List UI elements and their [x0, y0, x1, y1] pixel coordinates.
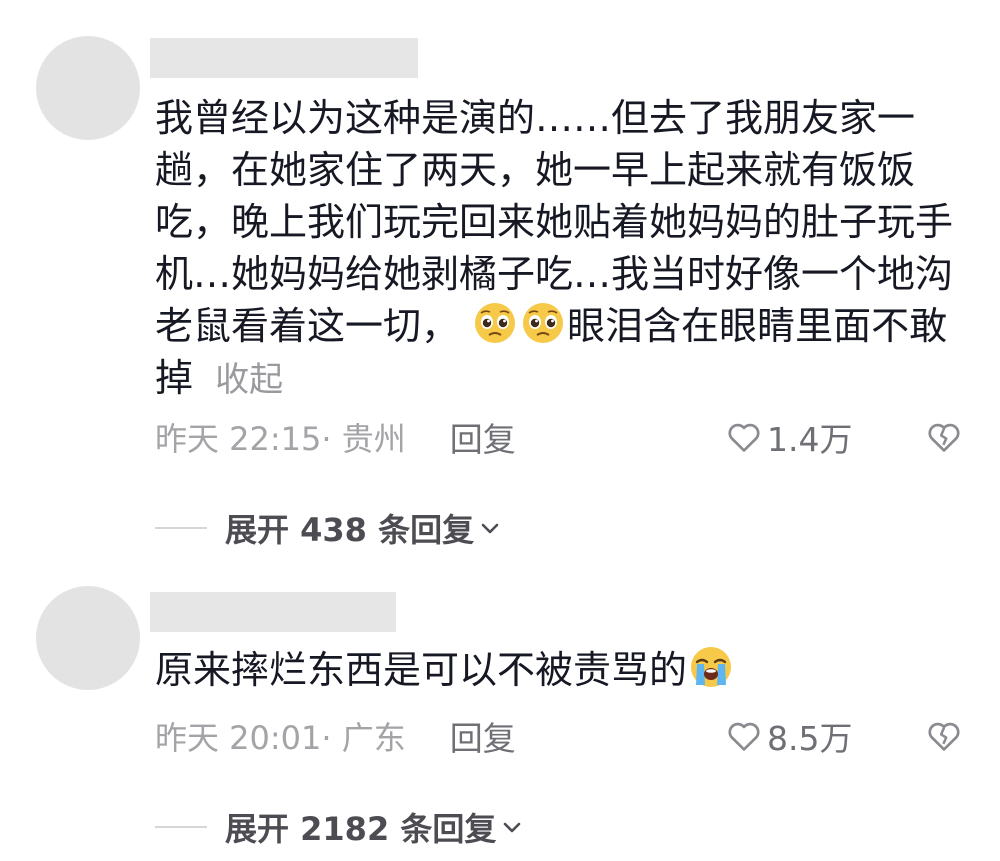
loudly-crying-face-emoji [691, 647, 732, 687]
comment-item: 原来摔烂东西是可以不被责骂的 昨天 20:01· 广东 回复 8.5万 展开 2… [0, 560, 1000, 861]
like-button[interactable]: 1.4万 [725, 413, 852, 461]
username-redacted[interactable] [150, 592, 396, 632]
like-count: 1.4万 [767, 420, 853, 459]
broken-heart-icon[interactable] [925, 418, 963, 456]
time-location: 昨天 20:01· 广东 [155, 719, 406, 757]
like-count: 8.5万 [767, 719, 853, 758]
comment-text-part: 原来摔烂东西是可以不被责骂的 [155, 648, 688, 692]
comment-item: 我曾经以为这种是演的……但去了我朋友家一趟，在她家住了两天，她一早上起来就有饭饭… [0, 0, 1000, 560]
reply-button[interactable]: 回复 [450, 712, 516, 760]
chevron-down-icon [481, 523, 499, 534]
time-location: 昨天 22:15· 贵州 [155, 420, 406, 458]
expand-replies-button[interactable]: 展开 438 条回复 [155, 505, 502, 551]
expand-replies-button[interactable]: 展开 2182 条回复 [155, 804, 524, 850]
chevron-down-icon [504, 822, 521, 833]
comment-meta: 昨天 22:15· 贵州 回复 1.4万 [155, 414, 960, 460]
broken-heart-icon[interactable] [925, 717, 963, 755]
avatar[interactable] [36, 586, 140, 690]
username-redacted[interactable] [150, 38, 418, 78]
comment-meta: 昨天 20:01· 广东 回复 8.5万 [155, 713, 960, 759]
like-button[interactable]: 8.5万 [725, 712, 852, 760]
avatar[interactable] [36, 36, 140, 140]
comment-text: 原来摔烂东西是可以不被责骂的 [155, 644, 970, 696]
collapse-link[interactable]: 收起 [215, 360, 283, 400]
divider-line [155, 826, 207, 828]
expand-replies-label: 展开 2182 条回复 [225, 810, 497, 848]
heart-icon [728, 722, 760, 751]
comment-text: 我曾经以为这种是演的……但去了我朋友家一趟，在她家住了两天，她一早上起来就有饭饭… [155, 92, 970, 406]
divider-line [155, 527, 207, 529]
pleading-face-emoji [475, 303, 516, 343]
pleading-face-emoji [523, 303, 564, 343]
reply-button[interactable]: 回复 [450, 413, 516, 461]
heart-icon [728, 423, 760, 452]
expand-replies-label: 展开 438 条回复 [225, 511, 475, 549]
